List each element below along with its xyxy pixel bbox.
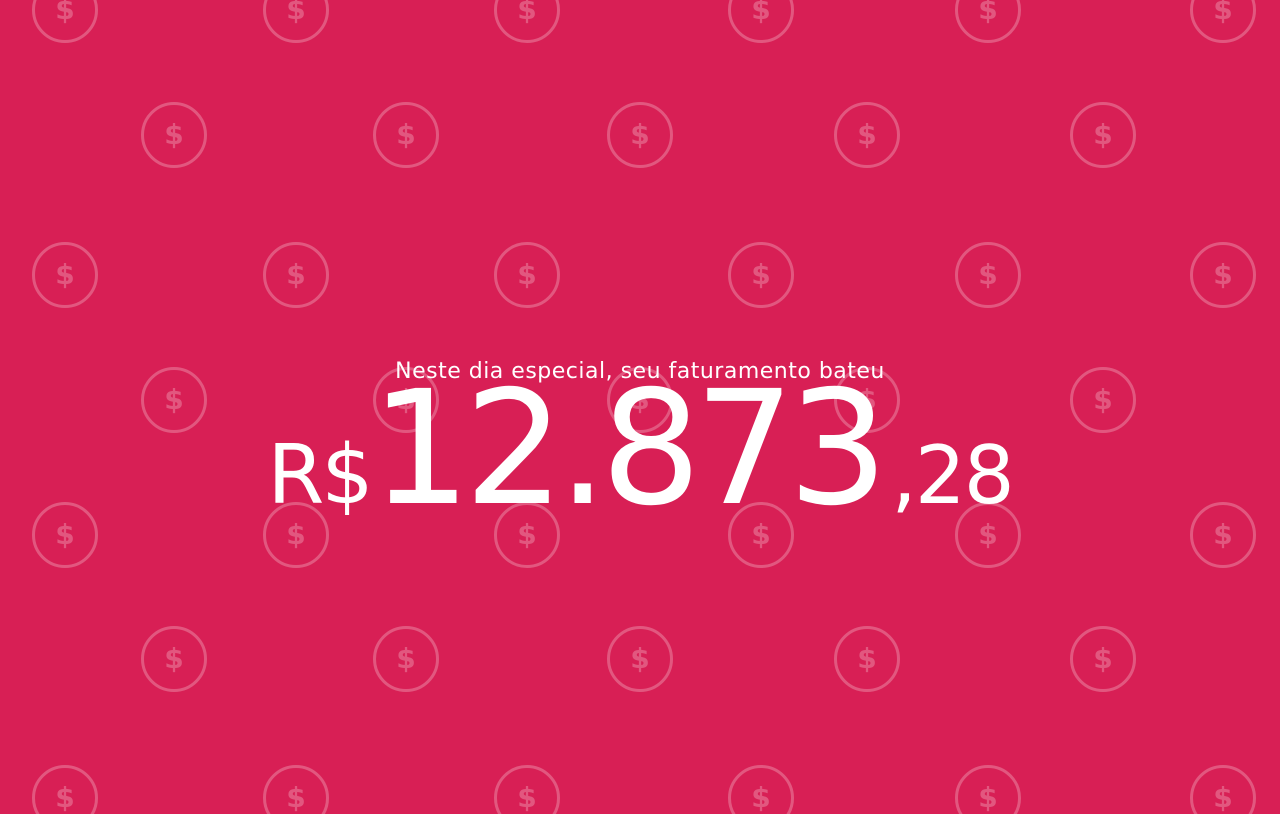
revenue-message: Neste dia especial, seu faturamento bate… xyxy=(0,0,1280,814)
amount-integer: 12.873 xyxy=(370,357,889,541)
currency-symbol: R$ xyxy=(267,428,373,523)
revenue-amount: R$ 12.873 ,28 xyxy=(0,370,1280,528)
revenue-celebration-screen: $ $ $ $ $ $ $ $ $ $ $ $ $ $ $ $ $ $ $ $ $ $ $ $ $ $ $ $ $ $ $ $ $ $ $ $ $ $ $ … xyxy=(0,0,1280,814)
amount-cents: ,28 xyxy=(891,429,1014,522)
